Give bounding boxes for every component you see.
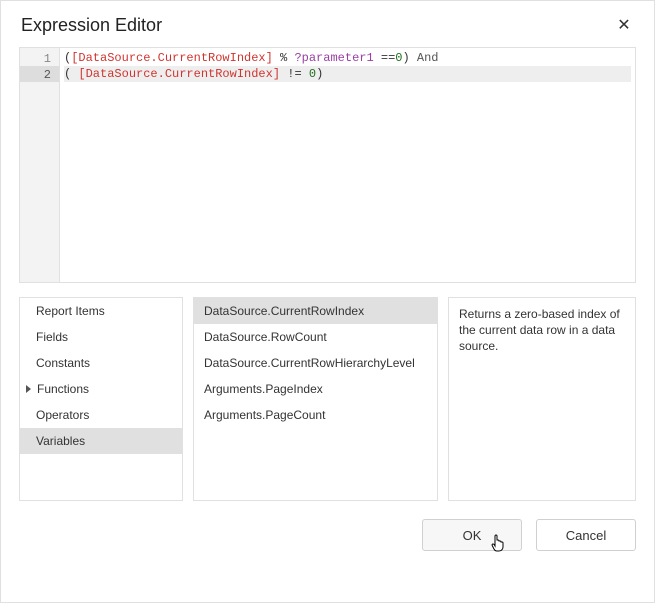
category-item[interactable]: Operators [20,402,182,428]
ok-button-label: OK [463,528,482,543]
code-area[interactable]: ([DataSource.CurrentRowIndex] % ?paramet… [60,48,635,282]
picker-columns: Report Items Fields Constants Functions Oper… [19,297,636,501]
close-button[interactable]: ✕ [612,13,636,37]
line-gutter: 12 [20,48,60,282]
line-number: 2 [20,66,59,82]
category-label: Constants [36,356,90,370]
category-item[interactable]: Constants [20,350,182,376]
dialog-footer: OK Cancel [19,515,636,551]
category-label: Functions [37,382,89,396]
variable-item[interactable]: DataSource.RowCount [194,324,437,350]
expand-triangle-icon [26,385,31,393]
ok-button[interactable]: OK [422,519,522,551]
category-list[interactable]: Report Items Fields Constants Functions Oper… [19,297,183,501]
cancel-button[interactable]: Cancel [536,519,636,551]
category-label: Report Items [36,304,105,318]
dialog-header: Expression Editor ✕ [1,1,654,47]
close-icon: ✕ [617,15,630,35]
category-label: Fields [36,330,68,344]
variable-item[interactable]: DataSource.CurrentRowHierarchyLevel [194,350,437,376]
cursor-hand-icon [491,534,507,555]
expression-editor-dialog: Expression Editor ✕ 12 ([DataSource.Curr… [0,0,655,603]
variable-item[interactable]: DataSource.CurrentRowIndex [194,298,437,324]
dialog-title: Expression Editor [21,15,162,36]
expression-code-editor[interactable]: 12 ([DataSource.CurrentRowIndex] % ?para… [19,47,636,283]
dialog-body: 12 ([DataSource.CurrentRowIndex] % ?para… [1,47,654,602]
variable-item[interactable]: Arguments.PageIndex [194,376,437,402]
category-item[interactable]: Variables [20,428,182,454]
line-number: 1 [20,50,59,66]
category-label: Operators [36,408,89,422]
category-item[interactable]: Report Items [20,298,182,324]
code-line[interactable]: ( [DataSource.CurrentRowIndex] != 0) [64,66,631,82]
description-panel: Returns a zero-based index of the curren… [448,297,636,501]
item-list[interactable]: DataSource.CurrentRowIndexDataSource.Row… [193,297,438,501]
variable-item[interactable]: Arguments.PageCount [194,402,437,428]
category-label: Variables [36,434,85,448]
category-item[interactable]: Fields [20,324,182,350]
code-line[interactable]: ([DataSource.CurrentRowIndex] % ?paramet… [64,50,631,66]
category-item[interactable]: Functions [20,376,182,402]
